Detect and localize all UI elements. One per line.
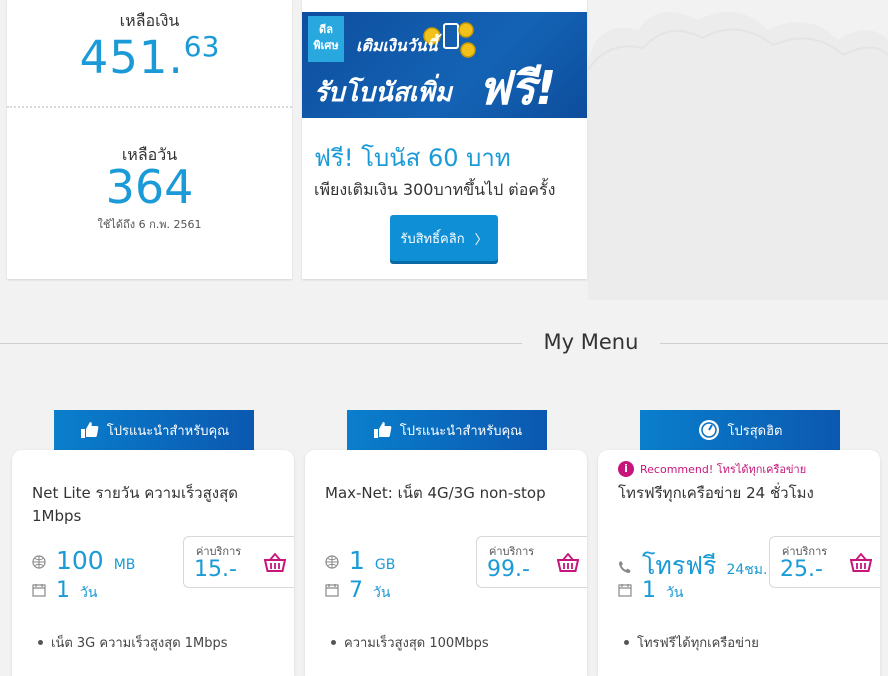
package-header-label: โปรสุดฮิต	[727, 423, 783, 439]
data-amount: 100	[56, 546, 104, 575]
duration-value: 1	[642, 578, 656, 603]
promo-banner-line2: รับโบนัสเพิ่ม	[314, 78, 452, 108]
package-name: Max-Net: เน็ต 4G/3G non-stop	[325, 484, 546, 502]
calendar-icon	[325, 584, 339, 597]
bullet-dot	[331, 640, 336, 645]
data-amount-row: 1 GB	[325, 546, 395, 575]
promo-banner-free: ฟรี!	[478, 61, 557, 115]
duration-unit: วัน	[373, 585, 391, 601]
my-menu-heading: My Menu	[0, 330, 888, 356]
duration-row: 7 วัน	[325, 578, 390, 604]
globe-icon	[325, 555, 339, 569]
promo-banner[interactable]: ดีล พิเศษ เติมเงินวันนี้ รับโบนัสเพิ่ม ฟ…	[302, 12, 587, 118]
duration-unit: วัน	[80, 585, 98, 601]
package-header-label: โปรแนะนำสำหรับคุณ	[106, 423, 230, 439]
package-body: Max-Net: เน็ต 4G/3G non-stop 1 GB 7 วัน …	[305, 450, 587, 676]
balance-amount: 451.63	[7, 30, 292, 84]
duration-row: 1 วัน	[32, 578, 97, 604]
calendar-icon	[32, 584, 46, 597]
promo-title: ฟรี! โบนัส 60 บาท	[314, 144, 511, 172]
package-header: โปรแนะนำสำหรับคุณ	[347, 410, 547, 450]
duration-value: 1	[56, 578, 70, 603]
feature-text: เน็ต 3G ความเร็วสูงสุด 1Mbps	[51, 636, 228, 651]
bullet-dot	[624, 640, 629, 645]
package-header-label: โปรแนะนำสำหรับคุณ	[399, 423, 523, 439]
days-remaining: 364	[105, 160, 194, 214]
package-body: Net Lite รายวัน ความเร็วสูงสุด 1Mbps 100…	[12, 450, 294, 676]
deal-badge: ดีล พิเศษ	[308, 16, 344, 62]
promo-banner-line1: เติมเงินวันนี้	[356, 36, 438, 55]
balance-decimal: 63	[183, 30, 220, 63]
package-name: โทรฟรีทุกเครือข่าย 24 ชั่วโมง	[618, 484, 814, 502]
promo-card: ดีล พิเศษ เติมเงินวันนี้ รับโบนัสเพิ่ม ฟ…	[302, 0, 587, 279]
package-card-3[interactable]: โปรสุดฮิต i Recommend! โทรได้ทุกเครือข่า…	[598, 410, 880, 676]
call-unit: 24ชม.	[726, 562, 768, 578]
duration-unit: วัน	[666, 585, 684, 601]
divider-right	[660, 343, 888, 344]
data-unit: GB	[374, 557, 396, 573]
price-value: 99.-	[487, 557, 530, 582]
recommend-text: Recommend! โทรได้ทุกเครือข่าย	[640, 463, 807, 476]
data-unit: MB	[113, 557, 136, 573]
price-value: 25.-	[780, 557, 823, 582]
duration-value: 7	[349, 578, 363, 603]
price-box: ค่าบริการ 25.-	[769, 536, 880, 588]
duration-row: 1 วัน	[618, 578, 683, 604]
feature-bullet: โทรฟรีได้ทุกเครือข่าย	[624, 632, 759, 653]
price-value: 15.-	[194, 557, 237, 582]
globe-icon	[32, 555, 46, 569]
data-amount: 1	[349, 546, 365, 575]
promo-description: เพียงเติมเงิน 300บาทขึ้นไป ต่อครั้ง	[314, 180, 556, 199]
basket-icon[interactable]	[557, 553, 579, 573]
cloud-decoration	[588, 12, 888, 300]
package-header: โปรแนะนำสำหรับคุณ	[54, 410, 254, 450]
package-card-2[interactable]: โปรแนะนำสำหรับคุณ Max-Net: เน็ต 4G/3G no…	[305, 410, 587, 676]
package-body: i Recommend! โทรได้ทุกเครือข่าย โทรฟรีทุ…	[598, 450, 880, 676]
data-amount-row: 100 MB	[32, 546, 135, 575]
menu-title: My Menu	[543, 330, 639, 354]
package-header: โปรสุดฮิต	[640, 410, 840, 450]
feature-text: ความเร็วสูงสุด 100Mbps	[344, 636, 489, 651]
balance-card: เหลือเงิน 451.63 เหลือวัน 364 ใช้ได้ถึง …	[7, 0, 292, 279]
phone-icon	[619, 561, 631, 573]
feature-bullet: ความเร็วสูงสุด 100Mbps	[331, 632, 489, 653]
package-card-1[interactable]: โปรแนะนำสำหรับคุณ Net Lite รายวัน ความเร…	[12, 410, 294, 676]
bullet-dot	[38, 640, 43, 645]
valid-until-text: ใช้ได้ถึง 6 ก.พ. 2561	[97, 218, 202, 231]
price-box: ค่าบริการ 99.-	[476, 536, 587, 588]
feature-bullet: เน็ต 3G ความเร็วสูงสุด 1Mbps	[38, 632, 228, 653]
divider-left	[0, 343, 522, 344]
package-name: Net Lite รายวัน ความเร็วสูงสุด 1Mbps	[32, 484, 238, 525]
gauge-icon	[698, 420, 719, 440]
recommend-tag: i Recommend! โทรได้ทุกเครือข่าย	[618, 460, 806, 478]
claim-button[interactable]: รับสิทธิ์คลิก 〉	[390, 215, 498, 261]
thumbs-up-icon	[373, 422, 392, 438]
feature-text: โทรฟรีได้ทุกเครือข่าย	[637, 636, 759, 651]
basket-icon[interactable]	[850, 553, 872, 573]
balance-integer: 451.	[79, 31, 184, 84]
price-box: ค่าบริการ 15.-	[183, 536, 294, 588]
claim-button-label: รับสิทธิ์คลิก	[400, 231, 465, 247]
chevron-right-icon: 〉	[474, 232, 488, 248]
calendar-icon	[618, 584, 632, 597]
thumbs-up-icon	[80, 422, 99, 438]
basket-icon[interactable]	[264, 553, 286, 573]
info-icon: i	[618, 461, 634, 477]
